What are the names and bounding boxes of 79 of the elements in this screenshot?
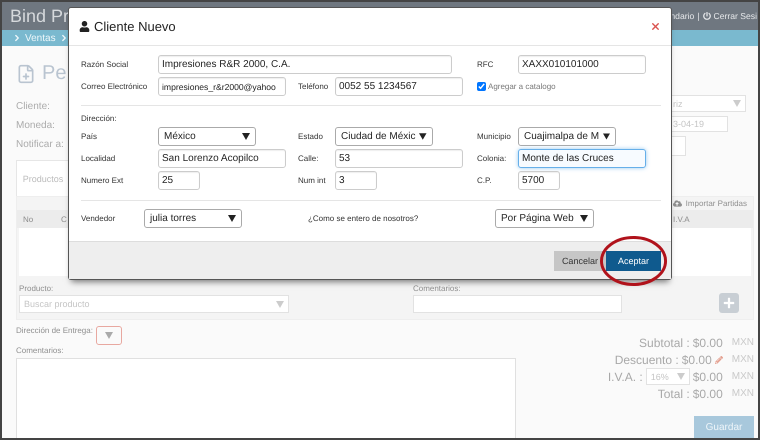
caret-icon [104, 332, 113, 339]
field-label: RFC [477, 60, 494, 69]
field-label: Dirección de Entrega: [16, 326, 93, 335]
add-button[interactable] [719, 293, 739, 313]
field-label: Comentarios: [16, 346, 64, 355]
input-field[interactable]: 3 [335, 171, 377, 190]
dropdown[interactable]: Por Página Web [495, 209, 594, 228]
field-label: Municipio [477, 132, 512, 141]
power-icon [702, 12, 711, 20]
input-field[interactable]: 5700 [518, 171, 560, 190]
input-field[interactable]: Impresiones R&R 2000, C.A. [158, 55, 452, 74]
caret-icon [580, 215, 588, 222]
input-field[interactable]: XAXX010101000 [518, 55, 646, 74]
input-field[interactable]: 0052 55 1234567 [335, 77, 463, 96]
cancel-button[interactable]: Cancelar [554, 250, 606, 270]
field-label: Estado [298, 132, 324, 141]
field-label: Comentarios: [413, 284, 461, 293]
total-value: $0.00 [682, 352, 712, 366]
field-label: Num int [298, 176, 327, 185]
caret-icon [242, 133, 250, 140]
input-field[interactable]: impresiones_r&r2000@yahoo [158, 77, 286, 96]
total-label: Subtotal : [639, 336, 690, 350]
caret-icon [733, 100, 741, 107]
field-label: Producto: [19, 284, 54, 293]
field-label: Localidad [81, 154, 116, 163]
dialog-title: Cliente Nuevo [94, 19, 176, 34]
highlight-ellipse [600, 236, 667, 286]
user-icon [79, 21, 90, 32]
dropdown[interactable]: Ciudad de Méxic [335, 127, 433, 146]
plus-icon [723, 297, 735, 309]
chevron-icon [12, 33, 22, 43]
field-label: Razón Social [81, 60, 130, 69]
field-label: Vendedor [81, 214, 116, 223]
dropdown[interactable]: julia torres [144, 209, 242, 228]
caret-icon [276, 300, 284, 308]
field-label: País [81, 132, 98, 141]
dropdown[interactable]: Cuajimalpa de M [518, 127, 616, 146]
dropdown[interactable] [96, 326, 122, 345]
field-label: Calle: [298, 154, 320, 163]
input-field[interactable]: 25 [158, 171, 200, 190]
column-header: C [61, 214, 67, 224]
caret-icon [603, 133, 610, 140]
total-value: $0.00 [692, 386, 723, 400]
section-heading: Dirección: [81, 114, 118, 123]
checkbox-label: Agregar a catalogo [488, 82, 556, 91]
field-label: Moneda: [16, 119, 55, 133]
caret-icon [228, 215, 236, 222]
close-button[interactable] [650, 21, 661, 32]
total-label: Descuento : [614, 352, 679, 366]
field-label: Colonia: [477, 154, 508, 163]
column-header: I.V.A [673, 214, 690, 224]
dropdown[interactable]: México [158, 127, 256, 146]
caret-icon [419, 133, 427, 140]
checkbox[interactable] [477, 82, 486, 91]
input-field[interactable]: Monte de las Cruces [518, 149, 646, 168]
logout-link[interactable]: Cerrar Sesi [714, 11, 757, 21]
field-label: Teléfono [298, 82, 330, 91]
input-field[interactable] [413, 295, 622, 313]
field-label: Numero Ext [81, 176, 124, 185]
total-label: I.V.A. : [608, 370, 643, 384]
app-title: Bind Pr [10, 6, 70, 26]
document-plus-icon [16, 64, 36, 84]
total-value: $0.00 [692, 370, 723, 384]
accept-button[interactable]: Aceptar [606, 250, 661, 270]
input-field[interactable]: San Lorenzo Acopilco [158, 149, 286, 168]
page-title: Pe [42, 62, 66, 85]
field-label: Notificar a: [16, 138, 64, 152]
field-label: ¿Como se entero de nosotros? [308, 214, 420, 223]
caret-icon [676, 373, 685, 380]
input-field[interactable]: 53 [335, 149, 463, 168]
field-label: C.P. [477, 176, 493, 185]
separator-text: | [697, 11, 700, 21]
total-label: Total : [658, 386, 690, 400]
column-header: No [23, 214, 34, 224]
field-label: Correo Electrónico [81, 82, 148, 91]
cloud-upload-icon [672, 199, 682, 208]
total-value: $0.00 [692, 336, 723, 350]
field-label: Cliente: [16, 100, 50, 114]
pencil-icon[interactable] [714, 356, 723, 364]
